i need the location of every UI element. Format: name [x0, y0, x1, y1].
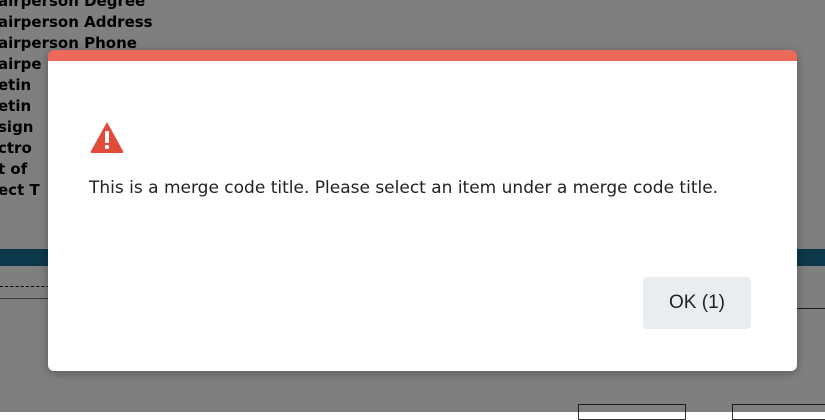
warning-triangle-icon: [90, 122, 124, 153]
alert-dialog: This is a merge code title. Please selec…: [48, 50, 797, 371]
ok-button[interactable]: OK (1): [643, 277, 751, 329]
dialog-message: This is a merge code title. Please selec…: [89, 178, 719, 198]
